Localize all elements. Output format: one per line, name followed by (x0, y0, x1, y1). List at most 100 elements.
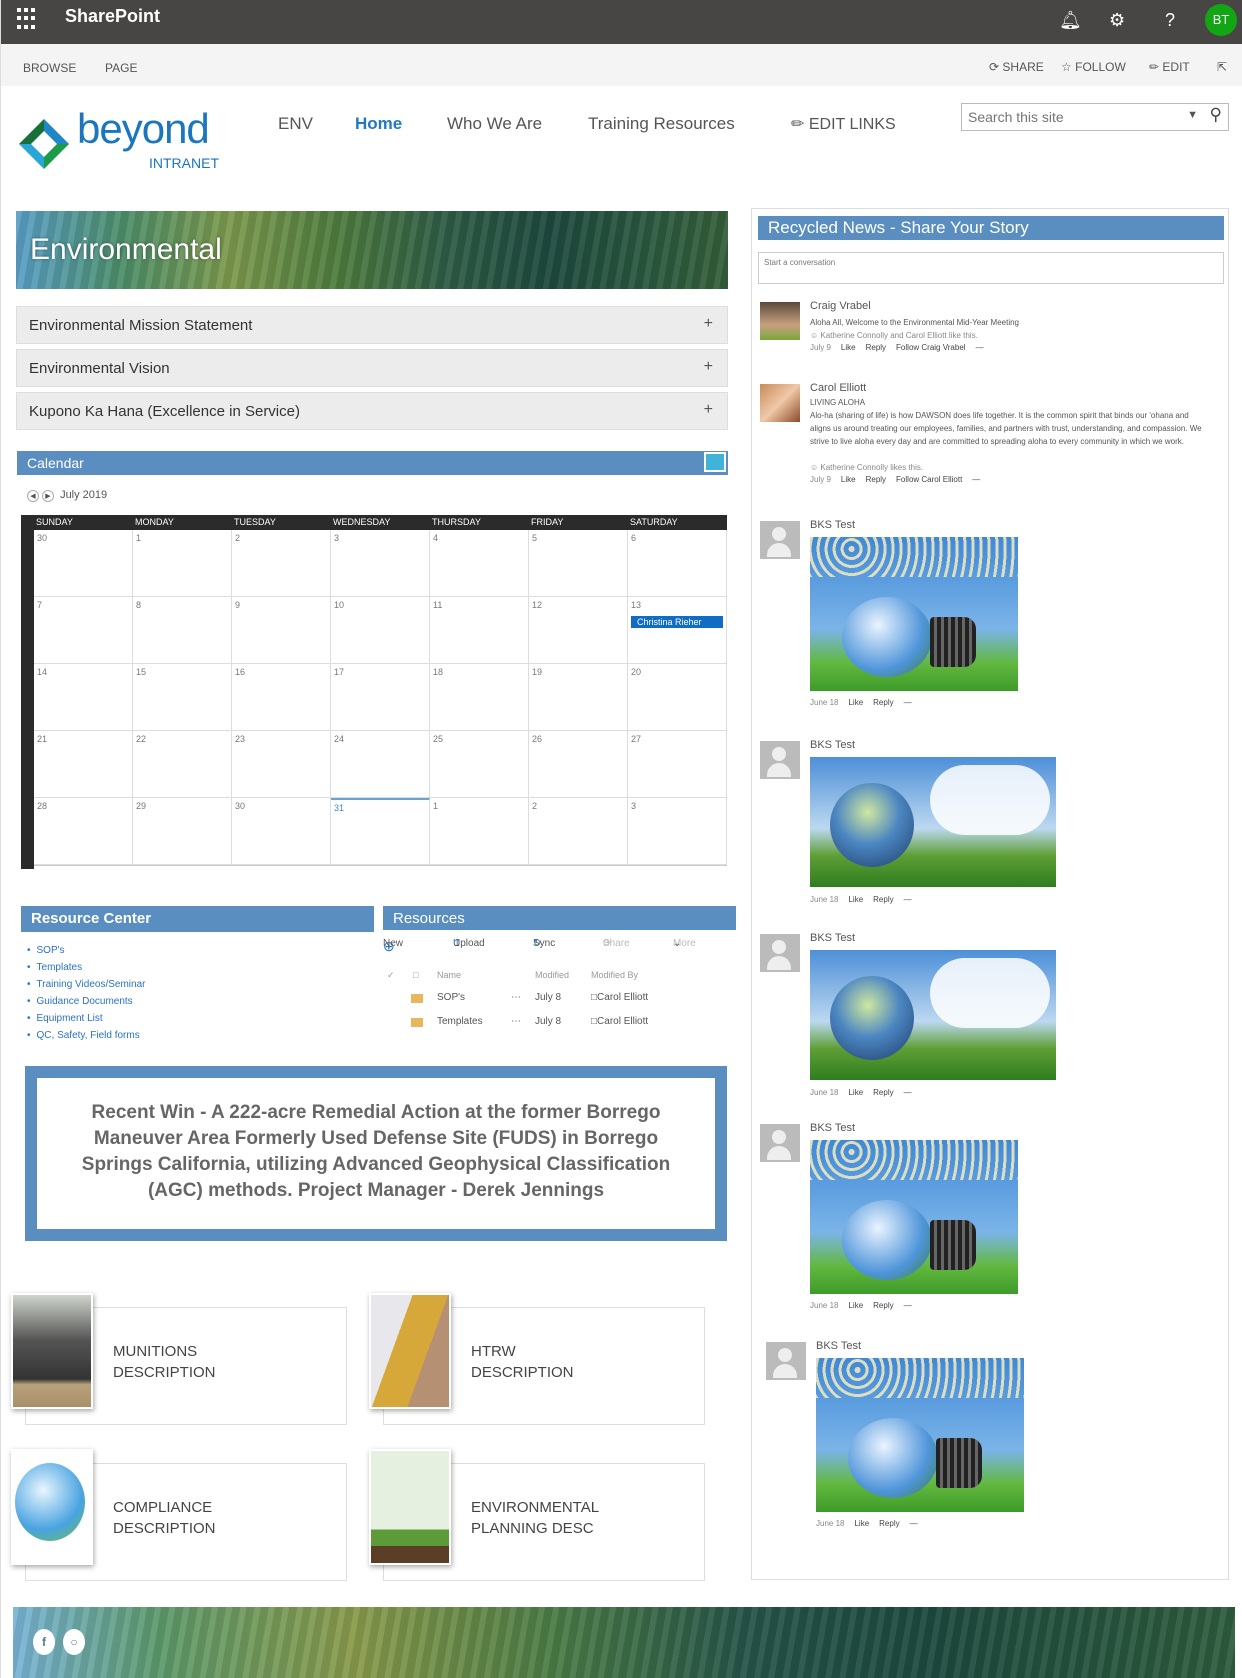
reply-button[interactable]: Reply (879, 1519, 899, 1528)
calendar-day-cell[interactable]: 18 (430, 664, 529, 731)
calendar-day-cell[interactable]: 26 (529, 731, 628, 798)
select-all-check-icon[interactable]: ✓ (387, 970, 395, 981)
accordion-kupono-ka-hana[interactable]: Kupono Ka Hana (Excellence in Service) + (16, 392, 728, 430)
calendar-day-cell[interactable]: 9 (232, 597, 331, 664)
calendar-day-cell[interactable]: 30 (232, 798, 331, 865)
post-author[interactable]: BKS Test (810, 932, 855, 944)
search-input[interactable] (962, 104, 1162, 130)
calendar-day-cell[interactable]: 3 (628, 798, 727, 865)
row-ellipsis-icon[interactable]: ⋯ (511, 992, 521, 1003)
calendar-day-cell[interactable]: 20 (628, 664, 727, 731)
nav-home[interactable]: Home (355, 114, 402, 134)
resource-link[interactable]: Templates (27, 962, 145, 979)
calendar-day-cell[interactable]: 30 (34, 530, 133, 597)
focus-content-icon[interactable]: ⇱ (1217, 60, 1227, 74)
avatar-placeholder-icon[interactable] (760, 521, 800, 559)
tile-environmental-planning[interactable]: ENVIRONMENTAL PLANNING DESC (369, 1449, 705, 1581)
avatar-placeholder-icon[interactable] (766, 1342, 806, 1380)
row-name[interactable]: Templates (437, 1016, 483, 1027)
tab-page[interactable]: PAGE (105, 61, 137, 75)
avatar-placeholder-icon[interactable] (760, 1124, 800, 1162)
share-button[interactable]: ⟳ SHARE (989, 60, 1044, 74)
calendar-day-cell[interactable]: 1 (133, 530, 232, 597)
nav-training-resources[interactable]: Training Resources (588, 114, 735, 134)
post-author[interactable]: BKS Test (810, 739, 855, 751)
column-modified[interactable]: Modified (535, 970, 569, 980)
more-button[interactable]: — (904, 895, 912, 904)
lightbulb-image[interactable] (810, 537, 1018, 691)
more-button[interactable]: — (904, 1088, 912, 1097)
search-icon[interactable]: ⚲ (1210, 105, 1222, 125)
more-button[interactable]: — (904, 698, 912, 707)
resource-link[interactable]: Guidance Documents (27, 996, 145, 1013)
calendar-day-cell[interactable]: 15 (133, 664, 232, 731)
reply-button[interactable]: Reply (873, 1301, 893, 1310)
notifications-bell-icon[interactable]: 🔔︎ (1059, 10, 1082, 31)
calendar-day-cell[interactable]: 7 (34, 597, 133, 664)
reply-button[interactable]: Reply (866, 343, 886, 352)
start-conversation-input[interactable]: Start a conversation (758, 252, 1224, 284)
like-button[interactable]: Like (841, 475, 856, 484)
resource-link[interactable]: Training Videos/Seminar (27, 979, 146, 996)
calendar-day-cell[interactable]: 19 (529, 664, 628, 731)
calendar-day-cell[interactable]: 3 (331, 530, 430, 597)
calendar-day-cell[interactable]: 27 (628, 731, 727, 798)
expand-plus-icon[interactable]: + (704, 315, 713, 333)
accordion-vision[interactable]: Environmental Vision + (16, 349, 728, 387)
facebook-icon[interactable]: f (33, 1629, 55, 1655)
earth-image[interactable] (810, 757, 1056, 887)
reply-button[interactable]: Reply (866, 475, 886, 484)
calendar-day-cell[interactable]: 5 (529, 530, 628, 597)
expand-plus-icon[interactable]: + (704, 358, 713, 376)
expand-plus-icon[interactable]: + (704, 401, 713, 419)
user-avatar[interactable]: BT (1205, 4, 1237, 36)
tile-compliance[interactable]: COMPLIANCE DESCRIPTION (11, 1449, 347, 1581)
more-button[interactable]: — (972, 475, 980, 484)
calendar-event[interactable]: Christina Rieher (631, 616, 723, 628)
tab-browse[interactable]: BROWSE (23, 61, 76, 75)
post-author[interactable]: BKS Test (810, 1122, 855, 1134)
resource-link[interactable]: SOP's (27, 945, 145, 962)
calendar-day-cell[interactable]: 25 (430, 731, 529, 798)
edit-links-button[interactable]: ✏︎ EDIT LINKS (791, 114, 896, 134)
post-author[interactable]: Craig Vrabel (810, 300, 871, 312)
lightbulb-image[interactable] (810, 1140, 1018, 1294)
nav-who-we-are[interactable]: Who We Are (447, 114, 542, 134)
email-icon[interactable] (704, 452, 726, 472)
calendar-day-cell[interactable]: 31 (331, 798, 430, 865)
edit-button[interactable]: ✏︎ EDIT (1149, 60, 1190, 74)
like-button[interactable]: Like (841, 343, 856, 352)
post-author[interactable]: BKS Test (816, 1340, 861, 1352)
search-scope-dropdown-icon[interactable]: ▼ (1187, 109, 1198, 121)
calendar-day-cell[interactable]: 2 (529, 798, 628, 865)
calendar-day-cell[interactable]: 24 (331, 731, 430, 798)
calendar-day-cell[interactable]: 16 (232, 664, 331, 731)
accordion-mission-statement[interactable]: Environmental Mission Statement + (16, 306, 728, 344)
tile-htrw[interactable]: HTRW DESCRIPTION (369, 1293, 705, 1425)
row-name[interactable]: SOP's (437, 992, 465, 1003)
like-button[interactable]: Like (854, 1519, 869, 1528)
calendar-day-cell[interactable]: 1 (430, 798, 529, 865)
avatar[interactable] (760, 384, 800, 422)
calendar-day-cell[interactable]: 12 (529, 597, 628, 664)
follow-user-button[interactable]: Follow Craig Vrabel (896, 343, 966, 352)
calendar-day-cell[interactable]: 2 (232, 530, 331, 597)
follow-button[interactable]: ☆ FOLLOW (1061, 60, 1126, 74)
avatar-placeholder-icon[interactable] (760, 741, 800, 779)
calendar-day-cell[interactable]: 10 (331, 597, 430, 664)
lightbulb-image[interactable] (816, 1358, 1024, 1512)
calendar-day-cell[interactable]: 22 (133, 731, 232, 798)
next-month-icon[interactable]: ▶ (42, 490, 54, 502)
post-author[interactable]: BKS Test (810, 519, 855, 531)
help-icon[interactable]: ? (1165, 10, 1175, 31)
calendar-day-cell[interactable]: 8 (133, 597, 232, 664)
calendar-day-cell[interactable]: 23 (232, 731, 331, 798)
previous-month-icon[interactable]: ◀ (27, 490, 39, 502)
post-author[interactable]: Carol Elliott (810, 382, 866, 394)
calendar-day-cell[interactable]: 4 (430, 530, 529, 597)
more-button[interactable]: — (976, 343, 984, 352)
column-name[interactable]: Name (437, 970, 461, 980)
tile-munitions[interactable]: MUNITIONS DESCRIPTION (11, 1293, 347, 1425)
calendar-day-cell[interactable]: 28 (34, 798, 133, 865)
like-button[interactable]: Like (848, 1301, 863, 1310)
